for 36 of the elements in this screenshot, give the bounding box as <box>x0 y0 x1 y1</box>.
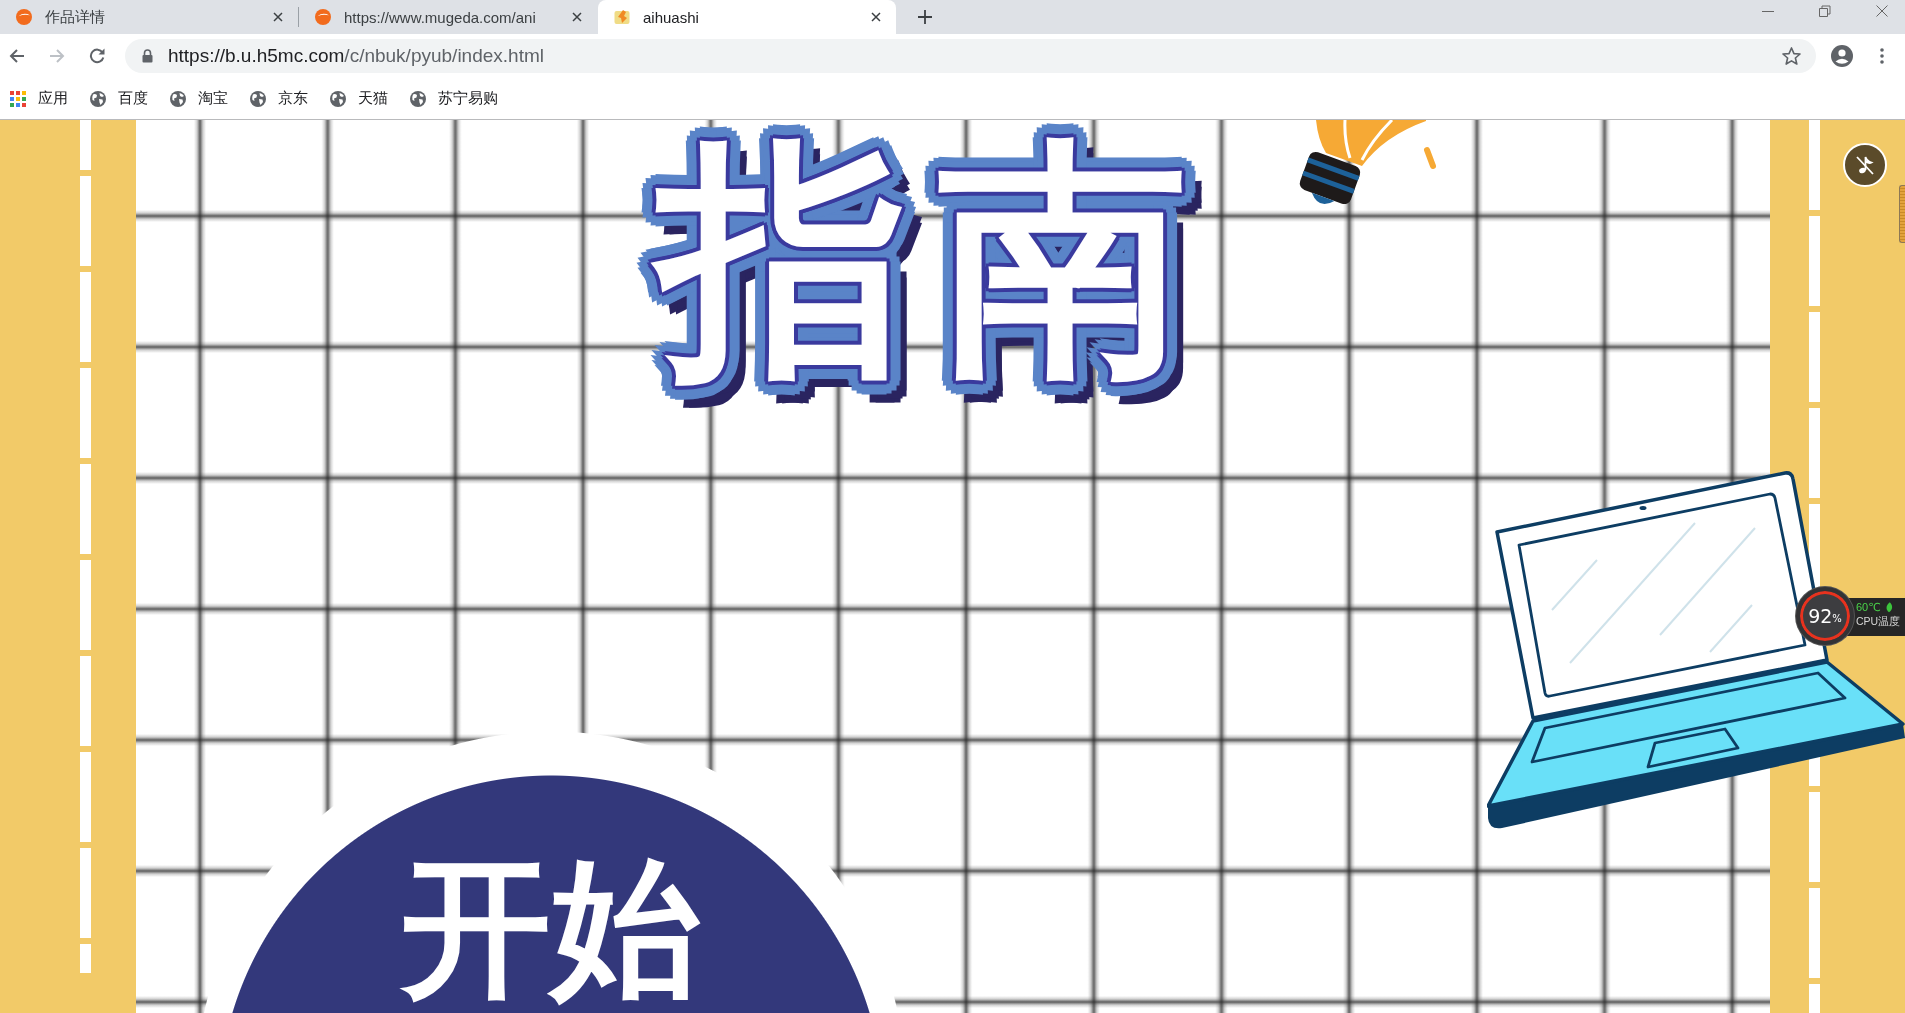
globe-icon <box>250 90 266 107</box>
leaf-icon <box>1884 602 1893 613</box>
globe-icon <box>90 90 106 107</box>
apps-grid-icon <box>10 90 26 107</box>
close-icon[interactable] <box>871 12 881 22</box>
browser-tab[interactable]: 作品详情 <box>0 0 298 34</box>
globe-icon <box>170 90 186 107</box>
sticker-icon <box>614 9 630 25</box>
url-text[interactable]: https://b.u.h5mc.com/c/nbuk/pyub/index.html <box>168 45 544 67</box>
globe-icon <box>410 90 426 107</box>
lock-icon <box>142 49 153 63</box>
globe-icon <box>330 90 346 107</box>
edge-handle[interactable] <box>1899 185 1905 243</box>
close-icon[interactable] <box>273 12 283 22</box>
bookmark-item[interactable]: 京东 <box>250 89 308 108</box>
back-icon[interactable] <box>9 48 25 64</box>
star-icon[interactable] <box>1782 47 1801 65</box>
round-logo-icon <box>315 9 331 25</box>
profile-icon[interactable] <box>1831 45 1853 67</box>
restore-icon[interactable] <box>1819 5 1831 17</box>
close-icon[interactable] <box>1876 5 1888 17</box>
browser-tab[interactable]: https://www.mugeda.com/ani <box>299 0 597 34</box>
reload-icon[interactable] <box>89 48 105 64</box>
plus-icon[interactable] <box>918 10 932 24</box>
browser-tab[interactable]: aihuashi <box>598 0 896 34</box>
temperature-text: 60℃ <box>1856 601 1881 614</box>
bookmark-item[interactable]: 应用 <box>10 89 68 108</box>
round-logo-icon <box>16 9 32 25</box>
bookmark-item[interactable]: 天猫 <box>330 89 388 108</box>
cpu-label: CPU温度 <box>1856 615 1902 629</box>
bookmark-item[interactable]: 苏宁易购 <box>410 89 498 108</box>
address-bar[interactable]: https://b.u.h5mc.com/c/nbuk/pyub/index.html <box>125 39 1816 73</box>
close-icon[interactable] <box>572 12 582 22</box>
menu-icon[interactable] <box>1880 48 1884 64</box>
bookmark-item[interactable]: 淘宝 <box>170 89 228 108</box>
bookmark-item[interactable]: 百度 <box>90 89 148 108</box>
